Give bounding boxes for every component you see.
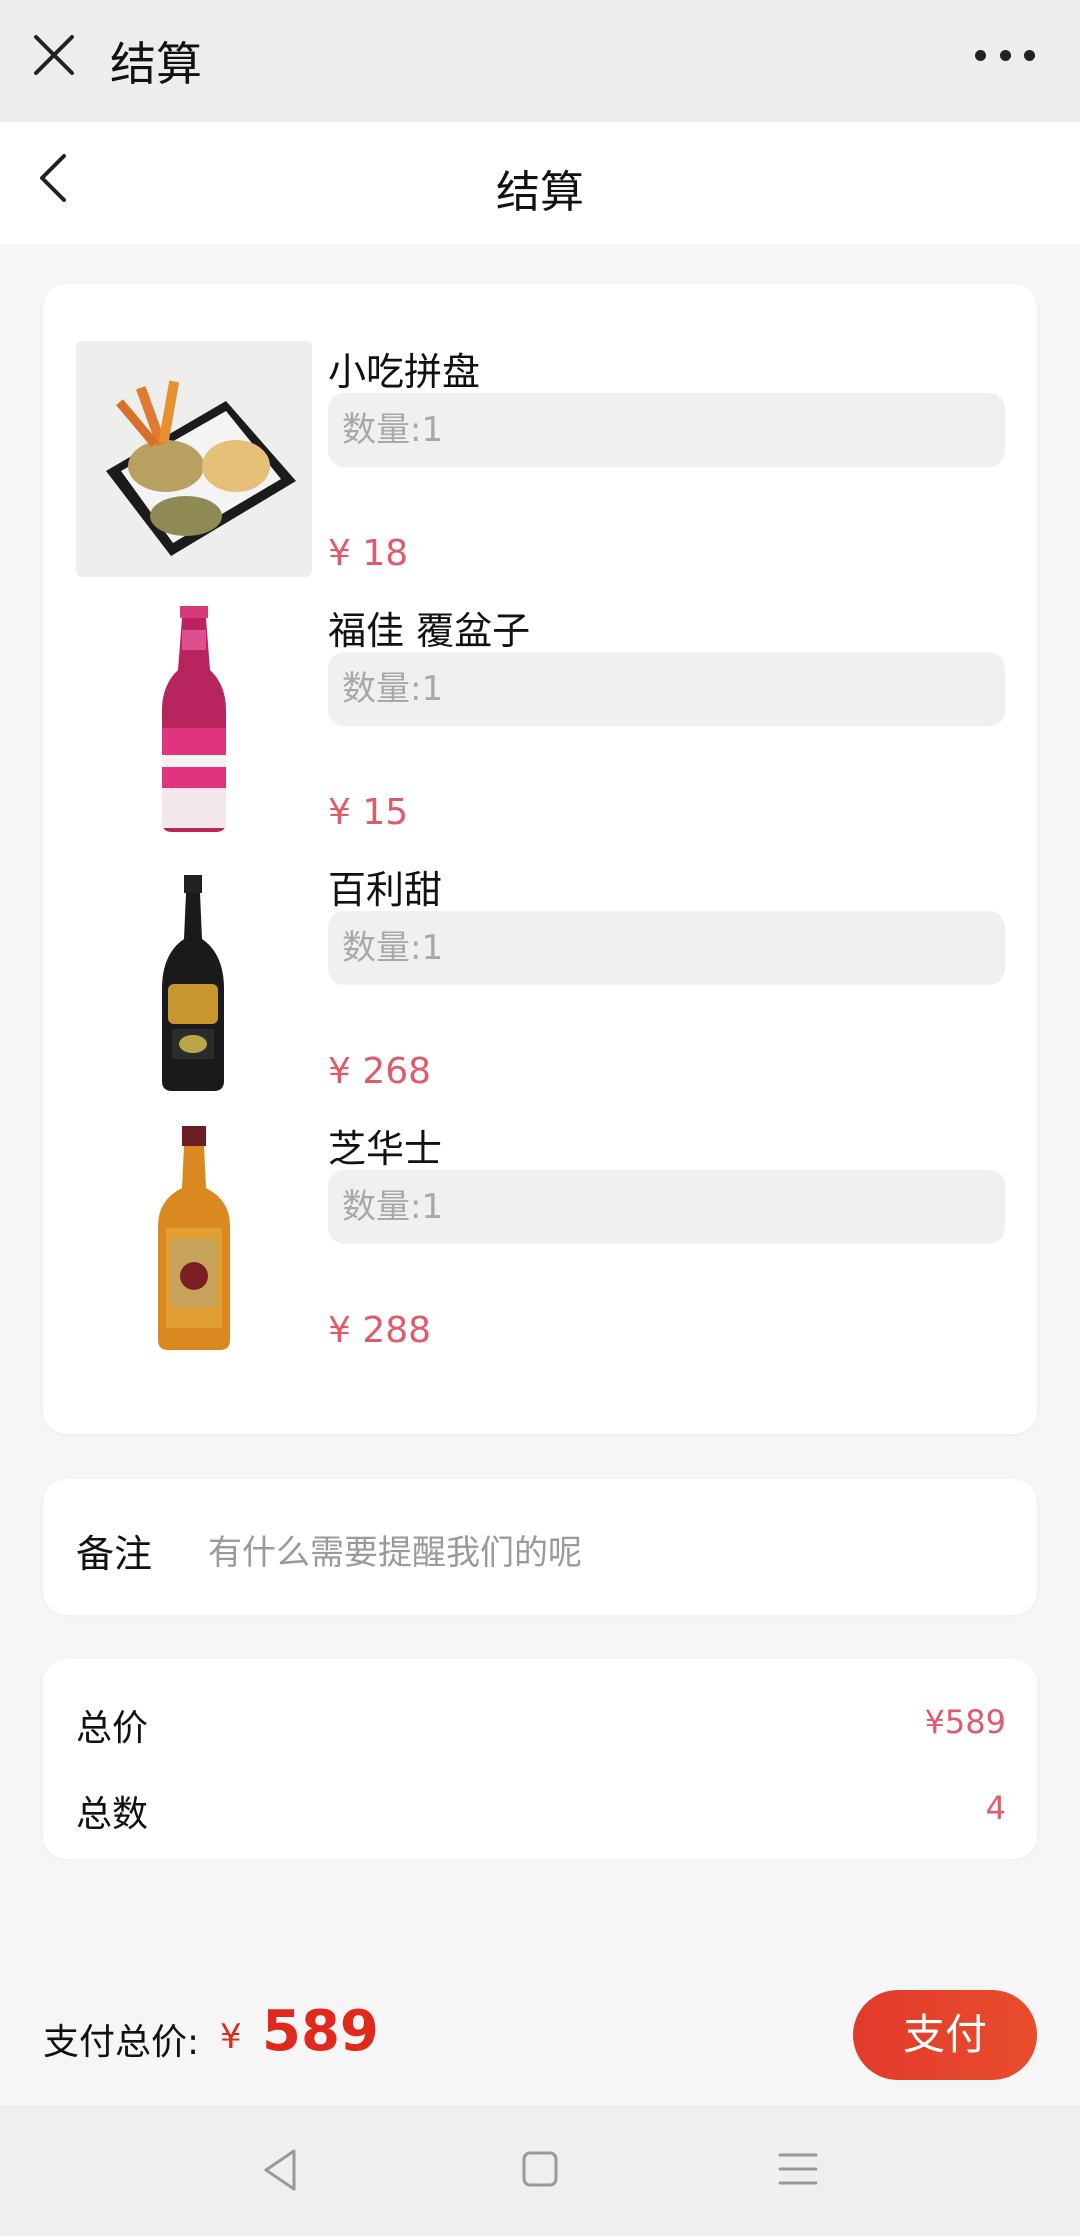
total-price-value: ¥589 xyxy=(924,1703,1006,1741)
system-nav-bar xyxy=(0,2105,1080,2236)
pay-total-value: 589 xyxy=(262,1999,379,2064)
list-item: 百利甜 数量:1 ¥ 268 xyxy=(76,859,1006,1099)
total-count-label: 总数 xyxy=(76,1794,149,1835)
more-icon[interactable] xyxy=(975,40,1035,70)
item-price: ¥ 18 xyxy=(328,533,409,574)
pay-button[interactable]: 支付 xyxy=(853,1990,1037,2080)
item-price: ¥ 288 xyxy=(328,1310,432,1351)
quantity-field[interactable]: 数量:1 xyxy=(328,1170,1005,1244)
remark-card: 备注 有什么需要提醒我们的呢 xyxy=(43,1479,1037,1615)
close-icon[interactable] xyxy=(30,31,78,79)
remark-input[interactable]: 有什么需要提醒我们的呢 xyxy=(208,1525,582,1574)
nav-menu-icon[interactable] xyxy=(776,2145,820,2195)
remark-label: 备注 xyxy=(76,1532,153,1576)
total-price-row: 总价 ¥589 xyxy=(76,1699,1006,1749)
snack-platter-image xyxy=(76,341,312,577)
quantity-field[interactable]: 数量:1 xyxy=(328,911,1005,985)
top-bar-title: 结算 xyxy=(110,37,202,91)
item-name: 福佳 覆盆子 xyxy=(328,609,531,653)
quantity-field[interactable]: 数量:1 xyxy=(328,393,1005,467)
top-bar: 结算 xyxy=(0,0,1080,122)
summary-card: 总价 ¥589 总数 4 xyxy=(43,1659,1037,1859)
total-count-row: 总数 4 xyxy=(76,1785,1006,1835)
quantity-field[interactable]: 数量:1 xyxy=(328,652,1005,726)
pay-currency: ¥ xyxy=(220,2017,242,2057)
page-title: 结算 xyxy=(496,167,584,218)
list-item: 芝华士 数量:1 ¥ 288 xyxy=(76,1118,1006,1358)
item-name: 百利甜 xyxy=(328,868,443,912)
item-price: ¥ 15 xyxy=(328,792,409,833)
pay-total-label: 支付总价: xyxy=(43,2022,200,2063)
total-count-value: 4 xyxy=(985,1789,1006,1827)
hoegaarden-bottle-image xyxy=(76,600,312,836)
list-item: 小吃拼盘 数量:1 ¥ 18 xyxy=(76,341,1006,581)
nav-back-icon[interactable] xyxy=(258,2145,302,2195)
nav-home-icon[interactable] xyxy=(518,2145,562,2195)
checkout-page: 结算 小吃拼盘 数量:1 ¥ 18 福佳 覆盆子 数量:1 ¥ 15 百利甜 数… xyxy=(0,122,1080,1964)
total-price-label: 总价 xyxy=(76,1708,149,1749)
baileys-bottle-image xyxy=(76,859,312,1095)
item-price: ¥ 268 xyxy=(328,1051,432,1092)
list-item: 福佳 覆盆子 数量:1 ¥ 15 xyxy=(76,600,1006,840)
nav-bar: 结算 xyxy=(0,122,1080,244)
pay-bar: 支付总价: ¥ 589 支付 xyxy=(0,1963,1080,2105)
order-items-card: 小吃拼盘 数量:1 ¥ 18 福佳 覆盆子 数量:1 ¥ 15 百利甜 数量:1… xyxy=(43,284,1037,1434)
item-name: 芝华士 xyxy=(328,1127,443,1171)
chivas-bottle-image xyxy=(76,1118,312,1354)
item-name: 小吃拼盘 xyxy=(328,350,481,394)
